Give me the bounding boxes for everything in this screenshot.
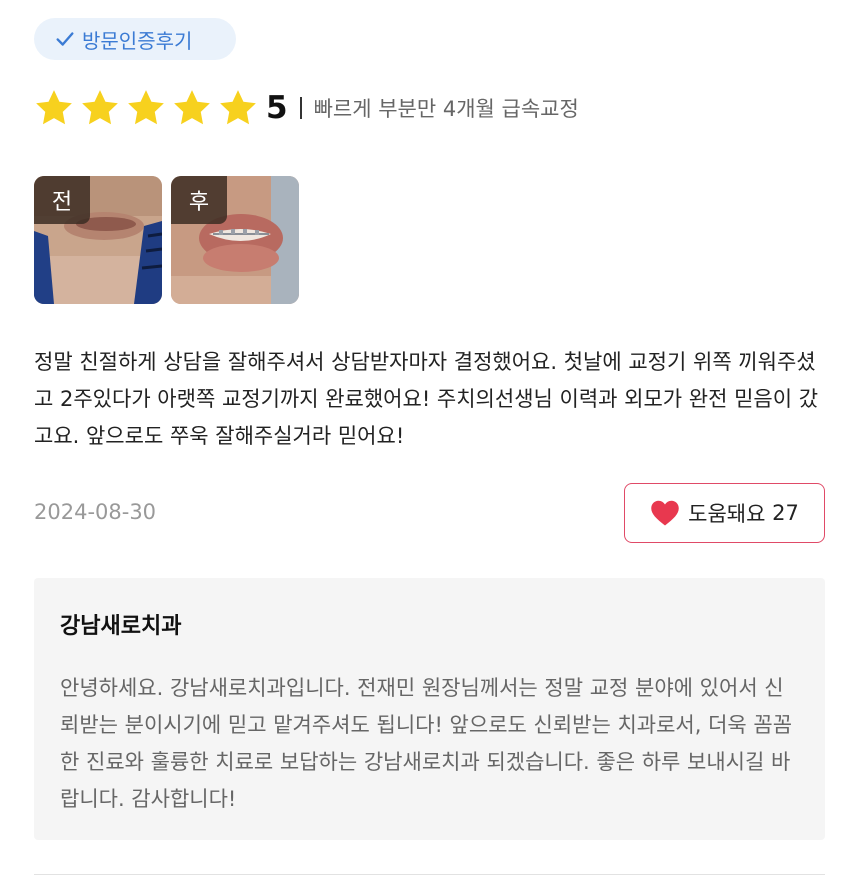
after-photo[interactable]: 후: [171, 176, 299, 304]
star-icon: [78, 87, 122, 129]
before-tag: 전: [34, 176, 90, 224]
helpful-label: 도움돼요: [688, 502, 766, 526]
rating-score: 5: [266, 90, 288, 126]
after-tag: 후: [171, 176, 227, 224]
badge-label: 방문인증후기: [82, 28, 193, 53]
star-icon: [124, 87, 168, 129]
treatment-name: 빠르게 부분만 4개월 급속교정: [313, 97, 579, 121]
divider: [299, 97, 302, 119]
review-text: 정말 친절하게 상담을 잘해주셔서 상담받자마자 결정했어요. 첫날에 교정기 …: [34, 350, 819, 448]
star-icon: [170, 87, 214, 129]
reply-text: 안녕하세요. 강남새로치과입니다. 전재민 원장님께서는 정말 교정 분야에 있…: [60, 676, 793, 811]
photo-list: 전 후: [34, 176, 308, 304]
bottom-divider: [34, 874, 825, 875]
rating-row: 5 빠르게 부분만 4개월 급속교정: [32, 86, 579, 130]
verified-visit-badge: 방문인증후기: [34, 18, 236, 60]
star-icon: [32, 87, 76, 129]
heart-icon: [651, 500, 679, 526]
clinic-reply: 강남새로치과 안녕하세요. 강남새로치과입니다. 전재민 원장님께서는 정말 교…: [34, 578, 825, 840]
before-photo[interactable]: 전: [34, 176, 162, 304]
review-date: 2024-08-30: [34, 500, 157, 524]
star-icon: [216, 87, 260, 129]
star-rating: [32, 87, 262, 129]
helpful-count: 27: [772, 501, 799, 525]
helpful-button[interactable]: 도움돼요 27: [624, 483, 825, 543]
clinic-name: 강남새로치과: [60, 614, 182, 639]
check-icon: [56, 32, 74, 46]
